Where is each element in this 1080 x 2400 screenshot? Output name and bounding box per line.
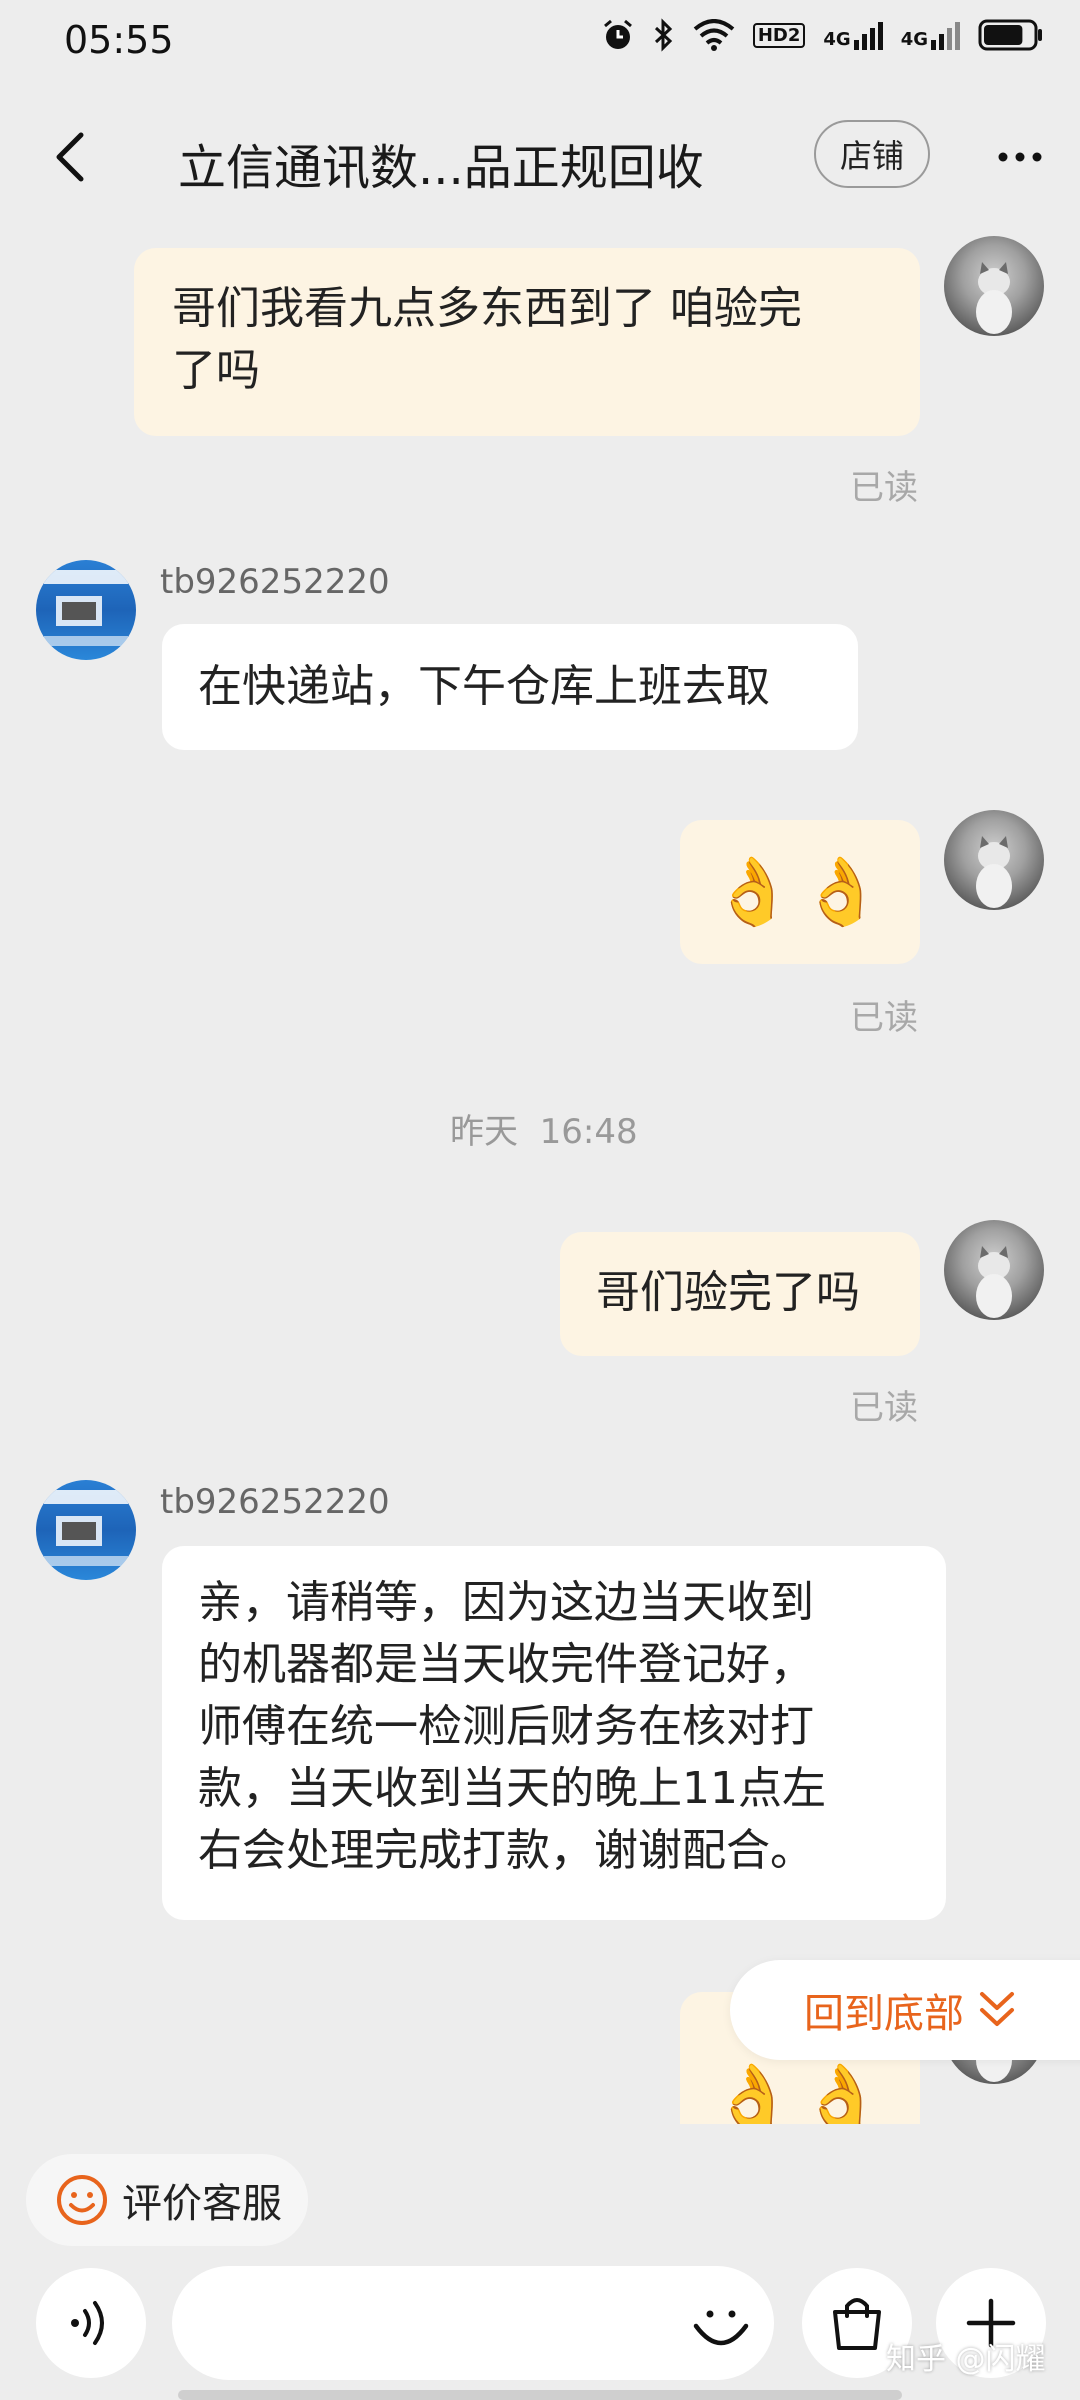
status-bar: 05:55 HD2 4G 4G [0, 0, 1080, 80]
sender-name: tb926252220 [160, 562, 390, 602]
message-bubble-other[interactable]: 在快递站，下午仓库上班去取 [162, 624, 858, 750]
back-to-bottom-button[interactable]: 回到底部 [730, 1960, 1080, 2060]
home-indicator [178, 2390, 902, 2400]
read-receipt: 已读 [850, 998, 918, 1038]
cat-photo [976, 836, 1012, 908]
message-text-line: 的机器都是当天收完件登记好， [198, 1639, 814, 1690]
signal-icon [931, 22, 960, 50]
voice-icon [71, 2301, 104, 2345]
message-text: 在快递站，下午仓库上班去取 [198, 661, 770, 712]
watermark: 知乎 @闪耀 [886, 2342, 1046, 2377]
more-button[interactable] [990, 132, 1050, 182]
message-bubble-other[interactable]: 亲，请稍等，因为这边当天收到 的机器都是当天收完件登记好， 师傅在统一检测后财务… [162, 1546, 946, 1920]
network-label-1: 4G [823, 29, 851, 50]
battery-icon [978, 19, 1042, 51]
emoji-icon [693, 2310, 749, 2346]
double-chevron-down-icon [980, 1992, 1014, 2026]
message-text-line: 亲，请稍等，因为这边当天收到 [198, 1577, 814, 1628]
back-button[interactable] [40, 122, 100, 192]
bluetooth-icon [654, 18, 673, 52]
rate-service-button[interactable]: 评价客服 [26, 2154, 308, 2246]
message-text-line: 哥们我看九点多东西到了 咱验完 [172, 283, 802, 334]
chat-list-fade [0, 2124, 1080, 2154]
shop-logo [44, 1490, 128, 1566]
message-bubble-self[interactable]: 👌👌 [680, 820, 920, 964]
emoji-button[interactable] [686, 2290, 756, 2360]
cat-photo [976, 1246, 1012, 1318]
voice-button[interactable] [36, 2268, 146, 2378]
alarm-icon [603, 19, 632, 49]
self-avatar[interactable] [944, 1220, 1044, 1320]
time-divider: 昨天 16:48 [450, 1112, 638, 1152]
rate-service-label: 评价客服 [122, 2181, 282, 2227]
store-button[interactable]: 店铺 [814, 120, 930, 188]
message-bubble-self[interactable]: 哥们我看九点多东西到了 咱验完 了吗 [134, 248, 920, 436]
back-to-bottom-label: 回到底部 [804, 1991, 964, 2037]
ok-hand-emoji: 👌👌 [711, 853, 889, 930]
message-text: 哥们验完了吗 [596, 1267, 860, 1318]
shop-logo [44, 570, 128, 646]
shop-avatar[interactable] [36, 560, 136, 660]
status-icons: HD2 4G 4G [601, 18, 1044, 52]
more-dots-icon [998, 152, 1042, 162]
message-text-line: 了吗 [172, 345, 260, 396]
signal-2: 4G [901, 20, 960, 50]
cat-photo [976, 262, 1012, 334]
sender-name: tb926252220 [160, 1482, 390, 1522]
signal-1: 4G [823, 20, 883, 50]
shop-avatar[interactable] [36, 1480, 136, 1580]
hd-label: HD2 [752, 22, 806, 48]
ok-hand-emoji: 👌👌 [711, 2060, 889, 2125]
read-receipt: 已读 [850, 1388, 918, 1428]
message-bubble-self[interactable]: 哥们验完了吗 [560, 1232, 920, 1356]
read-receipt: 已读 [850, 468, 918, 508]
smiley-icon [57, 2175, 107, 2225]
signal-icon [853, 22, 883, 50]
status-time: 05:55 [64, 18, 174, 62]
chevron-left-icon [56, 132, 84, 182]
chat-header: 立信通讯数...品正规回收 店铺 [0, 80, 1080, 230]
self-avatar[interactable] [944, 810, 1044, 910]
network-label-2: 4G [900, 29, 928, 50]
shopping-bag-icon [833, 2298, 881, 2350]
message-text-line: 右会处理完成打款，谢谢配合。 [198, 1825, 814, 1876]
message-input[interactable] [172, 2266, 774, 2380]
message-text-line: 款，当天收到当天的晚上11点左 [198, 1763, 826, 1814]
chat-title: 立信通讯数...品正规回收 [178, 140, 704, 196]
wifi-icon [693, 19, 735, 51]
message-text-line: 师傅在统一检测后财务在核对打 [198, 1701, 814, 1752]
self-avatar[interactable] [944, 236, 1044, 336]
